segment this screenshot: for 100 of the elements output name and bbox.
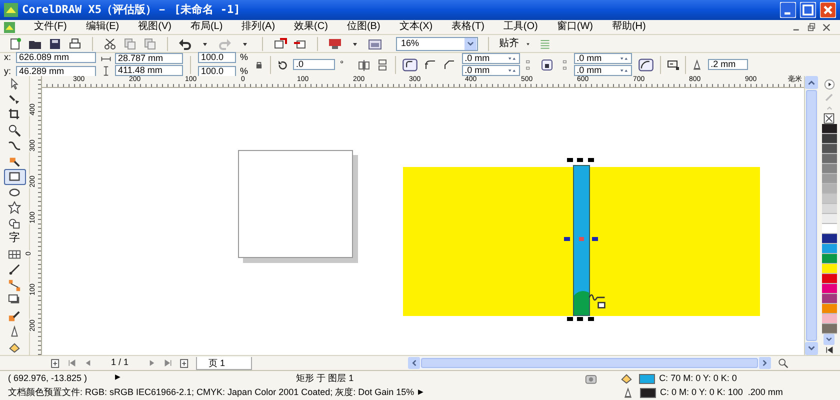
menu-item[interactable]: 布局(L) — [190, 22, 223, 32]
outline-info: C: 0 M: 0 Y: 0 K: 100 .200 mm — [660, 386, 783, 400]
undo-icon[interactable] — [178, 36, 192, 50]
color-swatch[interactable] — [822, 244, 836, 254]
import-icon[interactable] — [273, 36, 287, 50]
close-icon[interactable] — [821, 22, 832, 32]
input-field[interactable]: 100.0 — [198, 52, 236, 63]
center-mark — [579, 237, 584, 241]
publish-icon[interactable] — [328, 36, 342, 50]
camera-icon[interactable] — [584, 372, 598, 384]
last-page-icon[interactable] — [162, 358, 173, 368]
color-swatch[interactable] — [822, 154, 836, 164]
input-field[interactable]: .0 mm — [462, 65, 520, 76]
color-swatch[interactable] — [822, 224, 836, 234]
print-icon[interactable] — [68, 36, 82, 50]
paste-icon[interactable] — [143, 36, 157, 50]
color-swatch[interactable] — [822, 264, 836, 274]
menu-item[interactable]: 位图(B) — [346, 22, 380, 32]
input-field[interactable]: .0 mm — [574, 53, 632, 64]
input-field[interactable]: .0 mm — [462, 53, 520, 64]
snap-button[interactable]: 贴齐 — [499, 38, 533, 48]
menu-item[interactable]: 排列(A) — [242, 22, 276, 32]
color-swatch[interactable] — [822, 284, 836, 294]
previous-page-icon[interactable] — [83, 358, 93, 368]
window-title: CorelDRAW X5（评估版）－ [未命名 -1] — [22, 2, 240, 18]
paint-bucket-icon[interactable] — [620, 372, 634, 385]
color-swatch[interactable] — [822, 144, 836, 154]
menu-item[interactable]: 帮助(H) — [612, 22, 646, 32]
selection-handle — [592, 237, 598, 241]
color-swatch[interactable] — [822, 194, 836, 204]
text-wrap-icon[interactable] — [666, 58, 680, 72]
color-swatch[interactable] — [822, 294, 836, 304]
scale-corners-icon[interactable] — [636, 56, 655, 72]
scroll-up-icon[interactable] — [805, 76, 818, 89]
color-swatch[interactable] — [822, 314, 836, 324]
input-field[interactable]: 626.089 mm — [16, 52, 96, 63]
alignment-icon[interactable] — [539, 38, 551, 50]
menu-item[interactable]: 窗口(W) — [556, 22, 593, 32]
restore-icon[interactable] — [806, 22, 817, 32]
scroll-right-icon[interactable] — [758, 357, 771, 369]
color-swatch[interactable] — [822, 164, 836, 174]
zoom-dropdown[interactable]: 16% — [396, 36, 478, 50]
scroll-down-icon[interactable] — [805, 342, 818, 355]
scallop-corner-icon[interactable] — [424, 58, 438, 72]
zoom-icon[interactable] — [776, 357, 789, 369]
palette-menu-icon[interactable] — [822, 78, 836, 91]
menu-item[interactable]: 文本(X) — [399, 22, 433, 32]
pen-nib-icon — [8, 325, 21, 338]
chevron-icon[interactable] — [464, 38, 477, 50]
color-swatch[interactable] — [822, 254, 836, 264]
first-page-icon[interactable] — [67, 358, 77, 368]
maximize-icon[interactable] — [800, 2, 816, 18]
text-tool[interactable]: 字 — [4, 231, 26, 246]
color-swatch[interactable] — [822, 214, 836, 224]
pen-nib-icon — [622, 387, 634, 399]
horizontal-scrollbar[interactable] — [408, 357, 771, 369]
input-field[interactable]: 46.289 mm — [16, 66, 96, 78]
node-edit-icon — [8, 92, 21, 106]
menu-item[interactable]: 编辑(E) — [86, 22, 120, 32]
menu-item[interactable]: 效果(C) — [294, 22, 328, 32]
input-field[interactable]: 28.787 mm — [115, 53, 183, 64]
tool-button[interactable] — [4, 169, 26, 184]
menu-item[interactable]: 文件(F) — [34, 22, 67, 32]
menu-item[interactable]: 表格(T) — [452, 22, 484, 32]
input-field[interactable]: .0 mm — [574, 65, 632, 76]
add-page-icon[interactable] — [50, 358, 61, 368]
no-color-icon[interactable] — [822, 113, 836, 124]
scroll-left-icon[interactable] — [408, 357, 420, 369]
mirror-horizontal-icon[interactable] — [356, 58, 371, 72]
pen-nib-icon — [690, 58, 703, 70]
application-icon[interactable] — [368, 36, 382, 50]
input-field[interactable]: .2 mm — [708, 59, 748, 70]
color-swatch[interactable] — [822, 124, 836, 134]
color-swatch[interactable] — [822, 304, 836, 314]
color-swatch[interactable] — [822, 234, 836, 244]
input-field[interactable]: 411.48 mm — [115, 65, 183, 76]
scissors-icon[interactable] — [103, 36, 117, 50]
color-swatch[interactable] — [822, 324, 836, 334]
save-icon[interactable] — [48, 36, 62, 50]
lock-icon[interactable] — [540, 58, 554, 72]
vertical-scrollbar[interactable] — [804, 76, 818, 355]
color-swatch[interactable] — [822, 174, 836, 184]
menu-item[interactable]: 视图(V) — [138, 22, 172, 32]
chamfer-corner-icon[interactable] — [442, 58, 457, 72]
menu-item[interactable]: 工具(O) — [503, 22, 538, 32]
copy-icon[interactable] — [123, 36, 137, 50]
minimize-icon[interactable] — [780, 2, 796, 18]
input-field[interactable]: 100.0 — [198, 66, 236, 78]
round-corner-icon[interactable] — [400, 56, 419, 72]
add-page-icon[interactable] — [178, 358, 190, 368]
color-swatch[interactable] — [822, 204, 836, 214]
input-field[interactable]: .0 — [293, 59, 336, 70]
expand-palette-icon[interactable] — [824, 345, 834, 355]
new-document-icon[interactable] — [8, 36, 22, 50]
color-swatch[interactable] — [822, 274, 836, 284]
color-swatch[interactable] — [822, 184, 836, 194]
color-swatch[interactable] — [822, 134, 836, 144]
page-tab[interactable]: 页 1 — [196, 356, 252, 370]
app-logo-icon — [4, 3, 18, 17]
scroll-down-icon[interactable] — [823, 334, 835, 345]
